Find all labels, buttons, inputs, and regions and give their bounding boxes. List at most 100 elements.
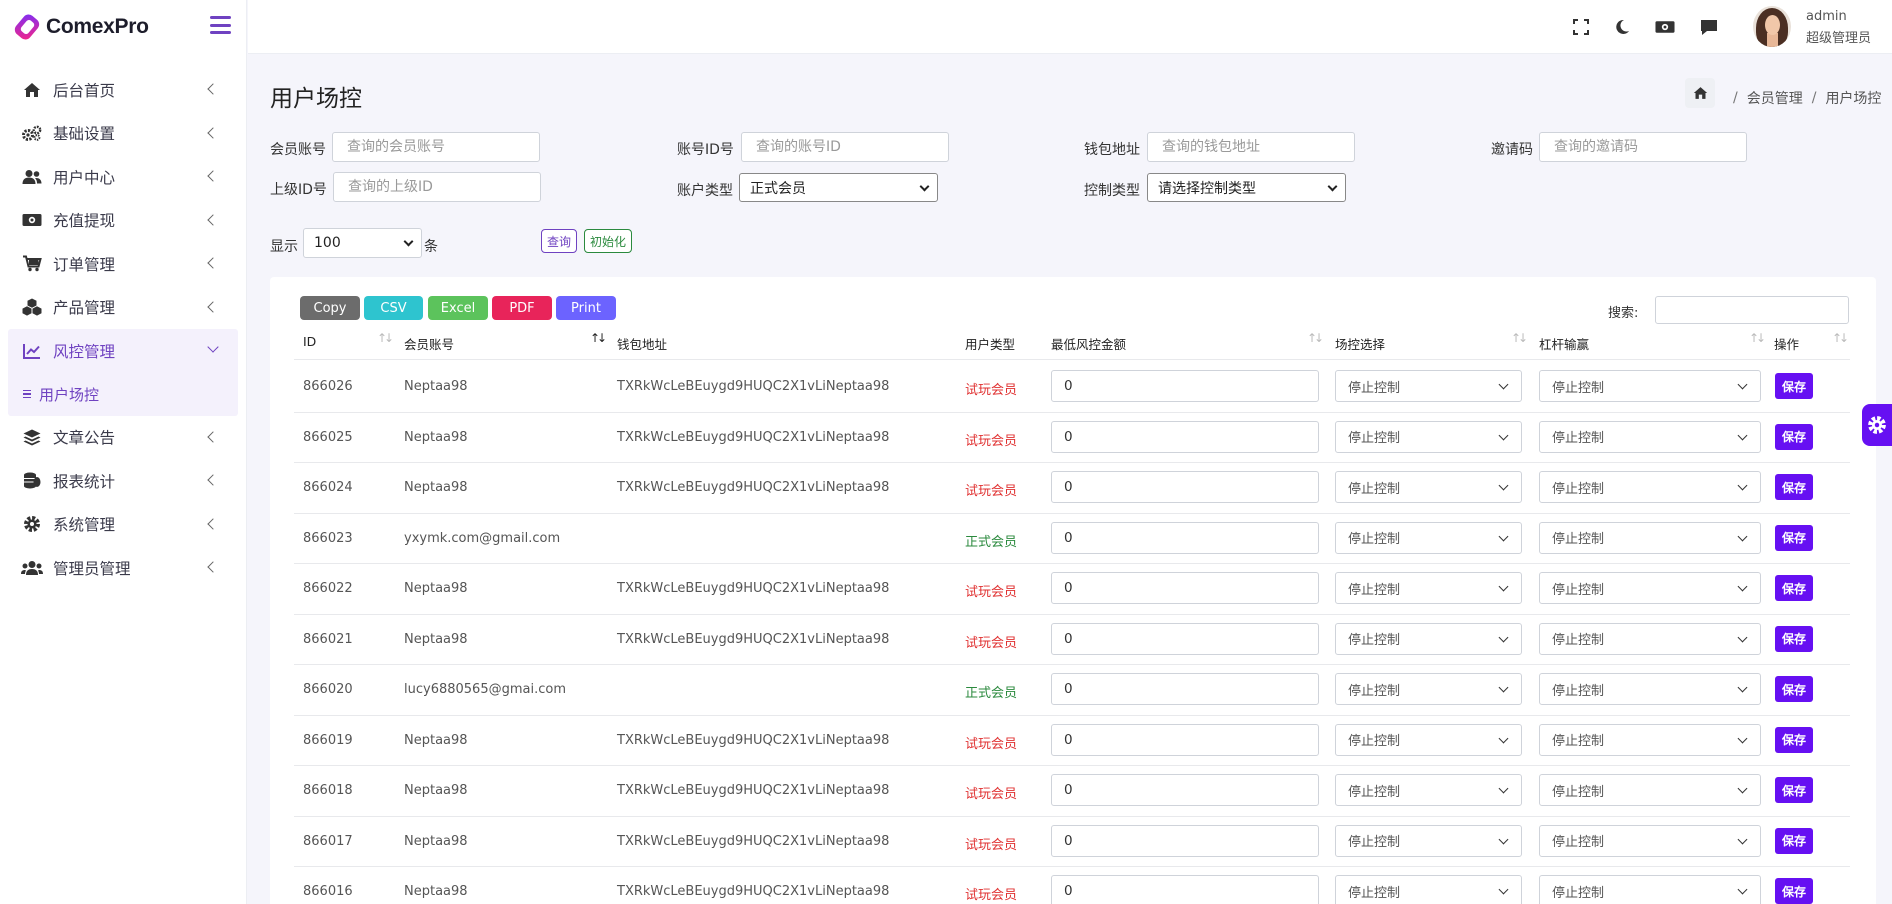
account-type-select[interactable]: 正式会员 [739, 173, 938, 202]
save-button[interactable]: 保存 [1775, 373, 1813, 399]
sidebar-item-user-center[interactable]: 用户中心 [0, 155, 246, 199]
sidebar-item-risk-control[interactable]: 风控管理 [8, 329, 238, 373]
column-header-min-amount[interactable]: 最低风控金额 [1051, 334, 1126, 353]
avatar[interactable] [1753, 6, 1791, 47]
control-select[interactable]: 停止控制 [1335, 420, 1522, 453]
min-amount-input[interactable] [1051, 673, 1319, 705]
csv-button[interactable]: CSV [364, 296, 423, 320]
min-amount-input[interactable] [1051, 420, 1319, 453]
chevron-down-icon [919, 181, 930, 192]
control-select[interactable]: 停止控制 [1335, 774, 1522, 806]
save-button[interactable]: 保存 [1775, 878, 1813, 904]
leverage-select[interactable]: 停止控制 [1539, 572, 1761, 604]
print-button[interactable]: Print [556, 296, 616, 320]
sidebar-subitem-user-control[interactable]: 用户场控 [8, 372, 238, 416]
save-button[interactable]: 保存 [1775, 625, 1813, 652]
sort-icon[interactable]: ↑↓ [1749, 331, 1766, 345]
save-button[interactable]: 保存 [1775, 827, 1813, 854]
leverage-select[interactable]: 停止控制 [1539, 774, 1761, 806]
sidebar-item-reports[interactable]: 报表统计 [0, 459, 246, 503]
table-header-divider [294, 359, 1850, 360]
table-search-input[interactable] [1655, 296, 1849, 324]
leverage-select[interactable]: 停止控制 [1539, 723, 1761, 756]
min-amount-input[interactable] [1051, 875, 1319, 904]
control-select[interactable]: 停止控制 [1335, 471, 1522, 503]
control-select[interactable]: 停止控制 [1335, 875, 1522, 904]
sort-icon[interactable]: ↑↓ [1511, 331, 1528, 345]
leverage-select[interactable]: 停止控制 [1539, 420, 1761, 453]
control-select[interactable]: 停止控制 [1335, 673, 1522, 705]
control-type-select[interactable]: 请选择控制类型 [1147, 173, 1346, 202]
sort-icon[interactable]: ↑↓ [1307, 331, 1324, 345]
table-row: 866024 Neptaa98 TXRkWcLeBEuygd9HUQC2X1vLiN… [294, 462, 1850, 513]
leverage-select[interactable]: 停止控制 [1539, 622, 1761, 655]
min-amount-input[interactable] [1051, 774, 1319, 806]
leverage-select[interactable]: 停止控制 [1539, 471, 1761, 503]
sort-icon[interactable]: ↑↓ [1832, 331, 1849, 345]
fullscreen-icon[interactable] [1571, 17, 1591, 37]
sidebar-item-products[interactable]: 产品管理 [0, 286, 246, 330]
sort-icon[interactable]: ↑↓ [377, 331, 394, 345]
leverage-select[interactable]: 停止控制 [1539, 370, 1761, 402]
column-header-action[interactable]: 操作 [1774, 334, 1799, 353]
save-button[interactable]: 保存 [1775, 423, 1813, 450]
moon-icon[interactable] [1612, 17, 1632, 37]
control-select[interactable]: 停止控制 [1335, 622, 1522, 655]
sidebar-item-dashboard[interactable]: 后台首页 [0, 68, 246, 112]
column-header-account[interactable]: 会员账号 [404, 334, 454, 353]
min-amount-input[interactable] [1051, 824, 1319, 857]
leverage-select[interactable]: 停止控制 [1539, 521, 1761, 554]
invite-code-input[interactable] [1539, 132, 1747, 162]
sidebar-item-system[interactable]: 系统管理 [0, 503, 246, 547]
min-amount-input[interactable] [1051, 572, 1319, 604]
sidebar-item-admins[interactable]: 管理员管理 [0, 546, 246, 590]
parent-id-input[interactable] [333, 172, 541, 202]
column-header-wallet[interactable]: 钱包地址 [617, 334, 667, 353]
save-button[interactable]: 保存 [1775, 676, 1813, 702]
column-header-control[interactable]: 场控选择 [1335, 334, 1385, 353]
home-icon[interactable] [1685, 78, 1715, 108]
sidebar-item-orders[interactable]: 订单管理 [0, 242, 246, 286]
leverage-select[interactable]: 停止控制 [1539, 673, 1761, 705]
excel-button[interactable]: Excel [428, 296, 488, 320]
min-amount-input[interactable] [1051, 622, 1319, 655]
account-id-input[interactable] [741, 132, 949, 162]
control-select[interactable]: 停止控制 [1335, 723, 1522, 756]
column-header-id[interactable]: ID [303, 334, 316, 349]
menu-toggle-icon[interactable] [210, 16, 231, 34]
reset-button[interactable]: 初始化 [584, 229, 633, 253]
control-select[interactable]: 停止控制 [1335, 370, 1522, 402]
query-button[interactable]: 查询 [541, 229, 578, 253]
breadcrumb-item[interactable]: 会员管理 [1747, 88, 1803, 108]
page-size-select[interactable]: 100 [303, 228, 422, 258]
user-name[interactable]: admin [1806, 9, 1847, 24]
control-select[interactable]: 停止控制 [1335, 824, 1522, 857]
sidebar-item-basic-settings[interactable]: 基础设置 [0, 112, 246, 156]
settings-gear-icon[interactable] [1862, 404, 1892, 446]
member-account-input[interactable] [332, 132, 540, 162]
sort-desc-icon[interactable]: ↑↓ [590, 331, 607, 345]
copy-button[interactable]: Copy [300, 296, 360, 320]
control-select[interactable]: 停止控制 [1335, 521, 1522, 554]
save-button[interactable]: 保存 [1775, 575, 1813, 601]
sidebar-item-deposit-withdraw[interactable]: 充值提现 [0, 199, 246, 243]
save-button[interactable]: 保存 [1775, 726, 1813, 753]
save-button[interactable]: 保存 [1775, 474, 1813, 500]
leverage-select[interactable]: 停止控制 [1539, 824, 1761, 857]
save-button[interactable]: 保存 [1775, 777, 1813, 803]
leverage-select[interactable]: 停止控制 [1539, 875, 1761, 904]
sidebar-item-announcements[interactable]: 文章公告 [0, 416, 246, 460]
min-amount-input[interactable] [1051, 723, 1319, 756]
min-amount-input[interactable] [1051, 521, 1319, 554]
min-amount-input[interactable] [1051, 471, 1319, 503]
money-icon[interactable] [1655, 17, 1675, 37]
column-header-user-type[interactable]: 用户类型 [965, 334, 1015, 353]
save-button[interactable]: 保存 [1775, 524, 1813, 551]
column-header-leverage[interactable]: 杠杆输赢 [1539, 334, 1589, 353]
control-select[interactable]: 停止控制 [1335, 572, 1522, 604]
pdf-button[interactable]: PDF [492, 296, 552, 320]
chat-icon[interactable] [1699, 17, 1719, 37]
wallet-input[interactable] [1147, 132, 1355, 162]
min-amount-input[interactable] [1051, 370, 1319, 402]
brand-logo[interactable]: ComexPro [0, 0, 246, 54]
